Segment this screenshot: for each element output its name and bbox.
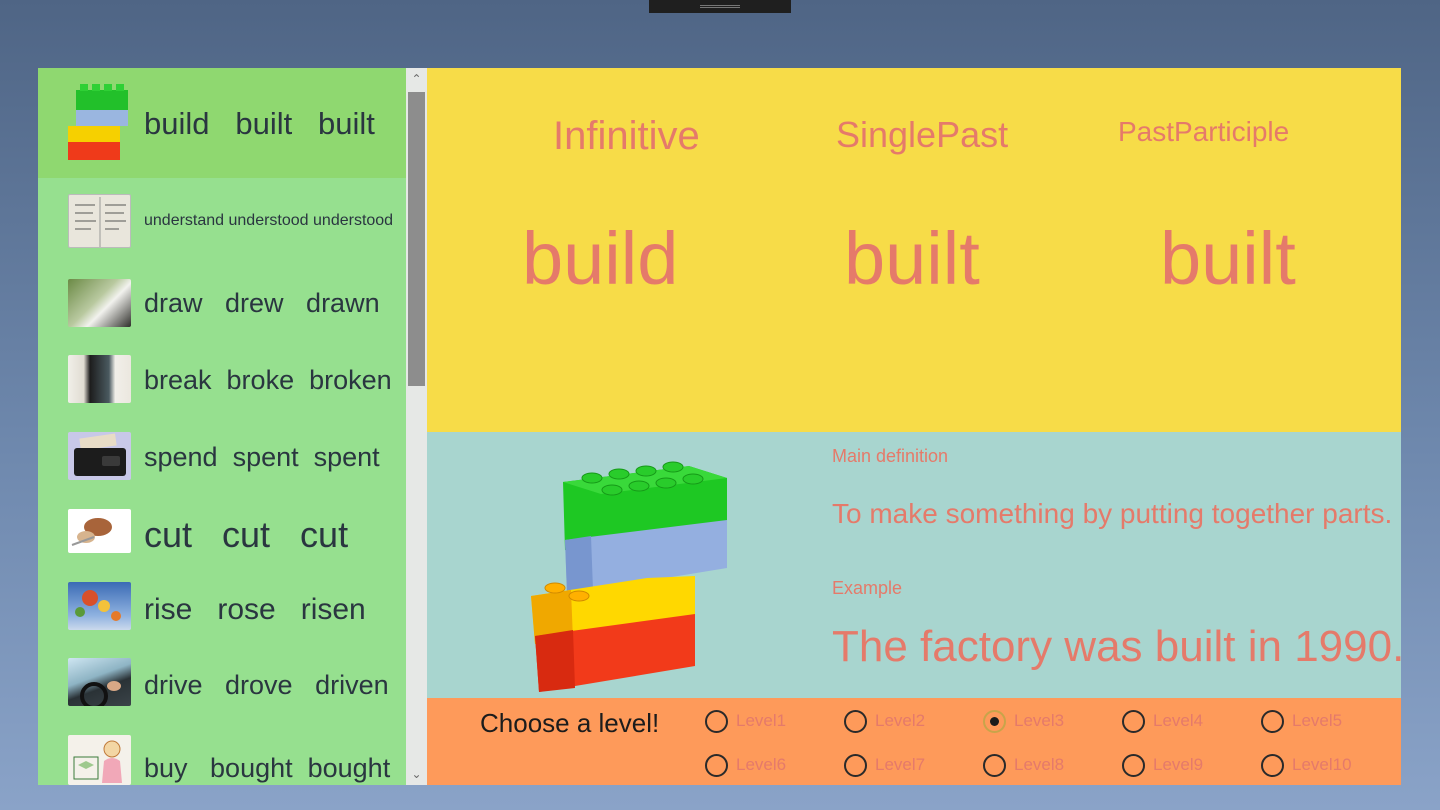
definition-panel: Main definition To make something by put… [427, 432, 1405, 698]
radio-icon[interactable] [1261, 753, 1284, 777]
verb-item-label: buy bought bought [144, 753, 391, 783]
example-label: Example [832, 578, 903, 598]
app-window: build built built understand understood … [38, 68, 1405, 785]
handle-grip-icon [700, 5, 740, 8]
verb-item-label: rise rose risen [144, 593, 366, 626]
radio-icon[interactable] [705, 709, 728, 733]
level2-radio[interactable]: Level2 [844, 708, 925, 734]
shopping-thumbnail [68, 735, 131, 785]
notebook-thumbnail [68, 194, 131, 248]
infinitive-form: build [522, 217, 679, 300]
level6-radio[interactable]: Level6 [705, 752, 786, 778]
verb-item-label: build built built [144, 106, 375, 141]
radio-icon[interactable] [705, 753, 728, 777]
wallet-thumbnail [68, 432, 131, 480]
verb-item-label: understand understood understood [144, 212, 394, 229]
verb-list-scrollbar[interactable]: ⌃ ⌄ [406, 68, 427, 785]
verb-item-build[interactable]: build built built [38, 68, 406, 178]
level1-radio[interactable]: Level1 [705, 708, 786, 734]
radio-icon[interactable] [844, 753, 867, 777]
radio-icon[interactable] [983, 753, 1006, 777]
past-participle-form: built [1160, 217, 1296, 300]
radio-icon[interactable] [1122, 709, 1145, 733]
radio-checked-icon[interactable] [983, 709, 1006, 733]
verb-forms-panel: Infinitive SinglePast PastParticiple bui… [427, 68, 1401, 432]
verb-item-label: drive drove driven [144, 670, 389, 700]
level10-radio[interactable]: Level10 [1261, 752, 1352, 778]
drawing-thumbnail [68, 279, 131, 327]
radio-icon[interactable] [1261, 709, 1284, 733]
main-definition-text: To make something by putting together pa… [832, 498, 1393, 529]
main-definition-label: Main definition [832, 446, 949, 466]
verb-item-rise[interactable]: rise rose risen [38, 572, 406, 648]
single-past-form: built [844, 217, 980, 300]
verb-item-break[interactable]: break broke broken [38, 341, 406, 418]
verb-item-label: draw drew drawn [144, 288, 380, 318]
lego-thumbnail [66, 82, 132, 164]
verb-item-label: spend spent spent [144, 442, 380, 472]
radio-icon[interactable] [1122, 753, 1145, 777]
single-past-heading: SinglePast [836, 114, 1009, 155]
verb-item-understand[interactable]: understand understood understood [38, 178, 406, 264]
verb-item-buy[interactable]: buy bought bought [38, 725, 406, 785]
chevron-down-icon[interactable]: ⌄ [406, 763, 427, 785]
lego-bricks-icon [527, 438, 732, 692]
chevron-up-icon[interactable]: ⌃ [406, 68, 427, 90]
level3-radio[interactable]: Level3 [983, 708, 1064, 734]
past-participle-heading: PastParticiple [1118, 116, 1290, 147]
level9-radio[interactable]: Level9 [1122, 752, 1203, 778]
verb-item-label: cut cut cut [144, 514, 349, 555]
level7-radio[interactable]: Level7 [844, 752, 925, 778]
level-chooser-title: Choose a level! [480, 708, 660, 738]
level-chooser: Choose a level! Level1 Level2 Level3 Lev… [427, 698, 1401, 785]
infinitive-heading: Infinitive [553, 114, 700, 158]
level4-radio[interactable]: Level4 [1122, 708, 1203, 734]
verb-item-drive[interactable]: drive drove driven [38, 648, 406, 725]
driving-thumbnail [68, 658, 131, 706]
level5-radio[interactable]: Level5 [1261, 708, 1342, 734]
verb-list: build built built understand understood … [38, 68, 406, 785]
verb-item-cut[interactable]: cut cut cut [38, 495, 406, 572]
balloons-thumbnail [68, 582, 131, 630]
example-text: The factory was built in 1990. [832, 622, 1405, 671]
verb-item-draw[interactable]: draw drew drawn [38, 264, 406, 341]
window-drag-handle[interactable] [649, 0, 791, 13]
scrollbar-thumb[interactable] [408, 92, 425, 386]
radio-icon[interactable] [844, 709, 867, 733]
broken-window-thumbnail [68, 355, 131, 403]
cutting-thumbnail [68, 509, 131, 553]
verb-item-spend[interactable]: spend spent spent [38, 418, 406, 495]
level8-radio[interactable]: Level8 [983, 752, 1064, 778]
verb-item-label: break broke broken [144, 365, 392, 395]
